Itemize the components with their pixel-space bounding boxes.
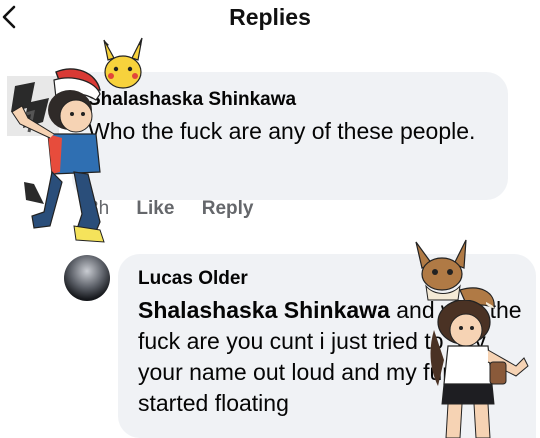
- comment-actions: 3h Like Reply: [88, 198, 275, 220]
- mention-link[interactable]: Shalashaska Shinkawa: [138, 297, 390, 323]
- replies-header: Replies: [0, 0, 540, 38]
- comment-text: Who the fuck are any of these people.: [88, 118, 476, 144]
- comment-author[interactable]: Shalashaska Shinkawa: [88, 89, 296, 111]
- avatar[interactable]: [5, 72, 61, 140]
- comment-timestamp: 3h: [88, 198, 110, 219]
- avatar[interactable]: [64, 255, 110, 301]
- reply-text: Shalashaska Shinkawa and who the fuck ar…: [138, 295, 530, 419]
- reply-button[interactable]: Reply: [202, 198, 254, 219]
- like-button[interactable]: Like: [136, 198, 174, 219]
- page-title: Replies: [229, 4, 311, 30]
- reply-author[interactable]: Lucas Older: [138, 268, 248, 290]
